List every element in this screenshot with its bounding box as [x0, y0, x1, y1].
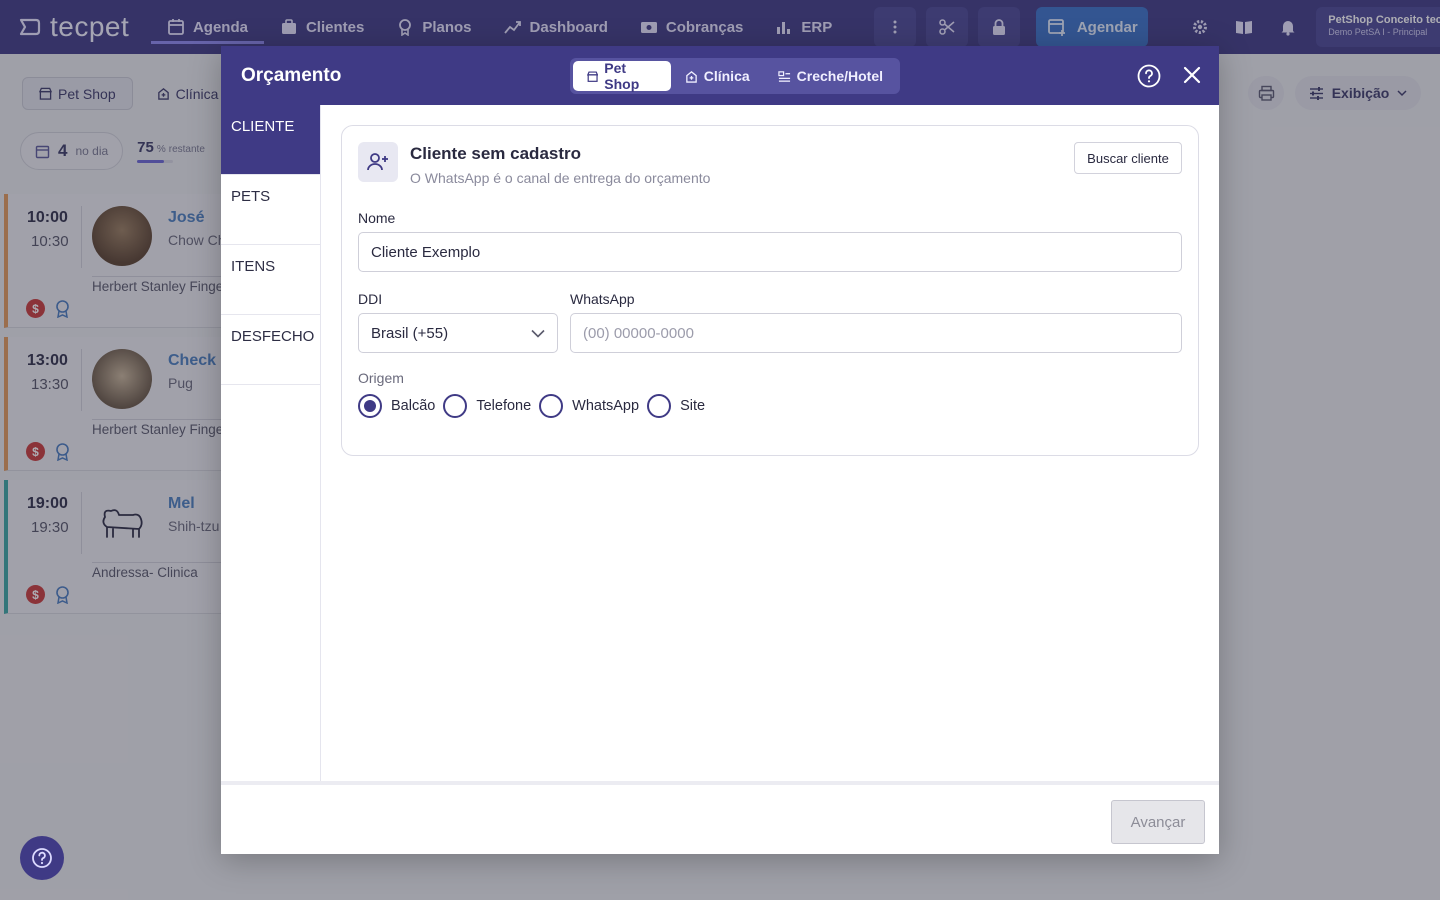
store-icon [587, 70, 599, 82]
step-pets[interactable]: PETS [221, 175, 320, 245]
modal-tab-creche-hotel-label: Creche/Hotel [796, 68, 883, 84]
help-fab[interactable] [20, 836, 64, 880]
card-title: Cliente sem cadastro [410, 144, 582, 163]
step-desfecho[interactable]: DESFECHO [221, 315, 320, 385]
origin-option-site[interactable]: Site [647, 394, 705, 418]
origin-option-telefone[interactable]: Telefone [443, 394, 531, 418]
ddi-value: Brasil (+55) [371, 324, 449, 342]
modal-tab-pet-shop-label: Pet Shop [604, 60, 640, 92]
radio-unselected[interactable] [647, 394, 672, 418]
add-user-icon [358, 142, 398, 182]
next-button[interactable]: Avançar [1111, 800, 1205, 844]
modal-header: Orçamento Pet Shop Clínica Creche/Hotel [221, 46, 1219, 105]
origin-radio-group: Balcão Telefone WhatsApp Site [358, 394, 713, 418]
orcamento-modal: Orçamento Pet Shop Clínica Creche/Hotel … [221, 46, 1219, 854]
client-card: Cliente sem cadastro O WhatsApp é o cana… [341, 125, 1199, 456]
origin-option-label: Telefone [476, 398, 532, 414]
help-icon[interactable] [1137, 64, 1161, 88]
origin-option-balcao[interactable]: Balcão [358, 394, 435, 418]
whatsapp-input[interactable]: (00) 00000-0000 [570, 313, 1182, 353]
name-input[interactable]: Cliente Exemplo [358, 232, 1182, 272]
modal-tabs: Pet Shop Clínica Creche/Hotel [570, 58, 900, 94]
modal-title: Orçamento [241, 65, 342, 86]
origin-label: Origem [358, 370, 404, 386]
help-icon [32, 848, 52, 868]
modal-tab-pet-shop[interactable]: Pet Shop [573, 60, 671, 92]
search-client-button[interactable]: Buscar cliente [1074, 142, 1182, 174]
step-cliente[interactable]: CLIENTE [221, 105, 320, 175]
whatsapp-label: WhatsApp [570, 291, 635, 307]
hotel-icon [777, 70, 790, 82]
radio-unselected[interactable] [539, 394, 564, 418]
origin-option-whatsapp[interactable]: WhatsApp [539, 394, 639, 418]
name-label: Nome [358, 210, 396, 226]
card-subtitle: O WhatsApp é o canal de entrega do orçam… [410, 170, 711, 186]
close-icon[interactable] [1181, 64, 1203, 86]
chevron-down-icon [531, 329, 545, 338]
origin-option-label: Site [680, 398, 706, 414]
ddi-label: DDI [358, 291, 383, 307]
radio-unselected[interactable] [443, 394, 468, 418]
modal-tab-clinica-label: Clínica [703, 68, 750, 84]
modal-tab-creche-hotel[interactable]: Creche/Hotel [764, 61, 897, 91]
modal-content: Cliente sem cadastro O WhatsApp é o cana… [321, 105, 1219, 781]
modal-tab-clinica[interactable]: Clínica [671, 61, 764, 91]
step-itens[interactable]: ITENS [221, 245, 320, 315]
modal-footer: Avançar [221, 781, 1219, 854]
origin-option-label: WhatsApp [572, 398, 640, 414]
ddi-select[interactable]: Brasil (+55) [358, 313, 558, 353]
clinic-icon [685, 70, 697, 83]
origin-option-label: Balcão [391, 398, 436, 414]
radio-selected[interactable] [358, 394, 382, 418]
steps-sidebar: CLIENTE PETS ITENS DESFECHO [221, 105, 321, 781]
